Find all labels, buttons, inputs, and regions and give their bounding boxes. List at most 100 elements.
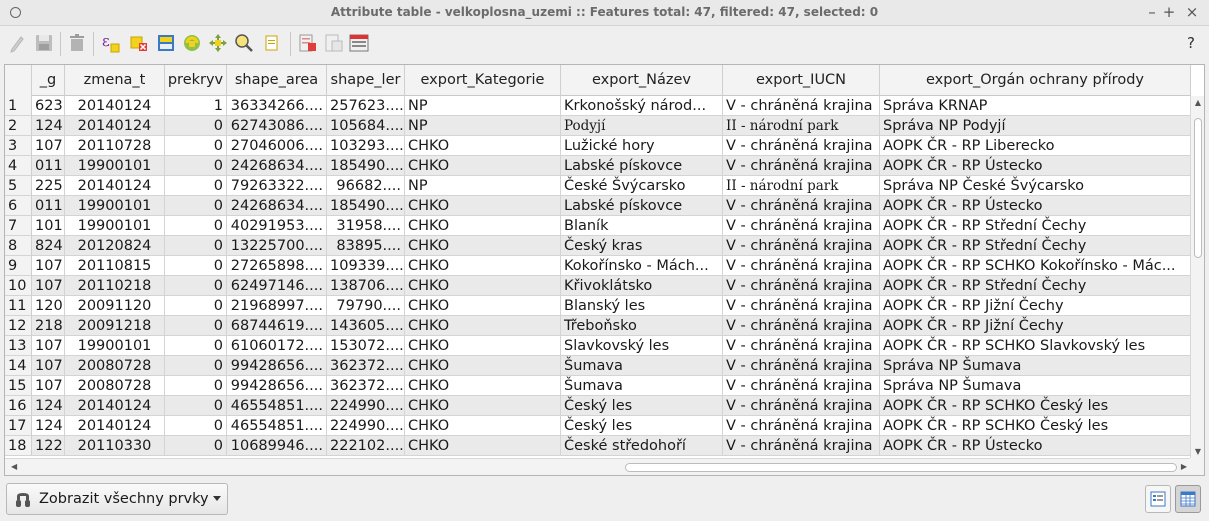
cell-shape-area[interactable]: 27046006.... <box>227 136 327 156</box>
cell-kategorie[interactable]: CHKO <box>405 436 561 456</box>
cell-g[interactable]: 824 <box>32 236 65 256</box>
cell-organ[interactable]: Správa NP Šumava <box>880 376 1191 396</box>
row-number[interactable]: 3 <box>5 136 32 156</box>
row-number[interactable]: 5 <box>5 176 32 196</box>
cell-shape-area[interactable]: 13225700.... <box>227 236 327 256</box>
cell-g[interactable]: 120 <box>32 296 65 316</box>
cell-shape-len[interactable]: 105684.... <box>327 116 405 136</box>
row-number[interactable]: 14 <box>5 356 32 376</box>
cell-organ[interactable]: AOPK ČR - RP Střední Čechy <box>880 236 1191 256</box>
table-row[interactable]: 12 218 20091218 0 68744619.... 143605.... CHKO… <box>5 316 1191 336</box>
cell-iucn[interactable]: V - chráněná krajina <box>723 276 880 296</box>
cell-zmena-t[interactable]: 20080728 <box>65 356 165 376</box>
column-header-g[interactable]: _g <box>32 65 65 96</box>
cell-g[interactable]: 107 <box>32 336 65 356</box>
cell-shape-area[interactable]: 61060172.... <box>227 336 327 356</box>
pan-to-selection-icon[interactable] <box>207 32 229 54</box>
cell-organ[interactable]: Správa NP Podyjí <box>880 116 1191 136</box>
cell-g[interactable]: 225 <box>32 176 65 196</box>
cell-shape-len[interactable]: 362372.... <box>327 356 405 376</box>
cell-prekryv[interactable]: 0 <box>165 256 227 276</box>
column-header-prekryv[interactable]: prekryv <box>165 65 227 96</box>
cell-organ[interactable]: AOPK ČR - RP SCHKO Český les <box>880 396 1191 416</box>
row-number[interactable]: 17 <box>5 416 32 436</box>
zoom-to-selection-icon[interactable] <box>233 32 255 54</box>
feature-filter-button[interactable]: Zobrazit všechny prvky <box>6 483 228 515</box>
cell-zmena-t[interactable]: 19900101 <box>65 216 165 236</box>
cell-shape-len[interactable]: 222102.... <box>327 436 405 456</box>
table-row[interactable]: 8 824 20120824 0 13225700.... 83895.... CHKO Če… <box>5 236 1191 256</box>
table-row[interactable]: 16 124 20140124 0 46554851.... 224990.... CHKO… <box>5 396 1191 416</box>
delete-field-icon[interactable] <box>297 32 319 54</box>
cell-nazev[interactable]: Labské pískovce <box>561 156 723 176</box>
row-number[interactable]: 16 <box>5 396 32 416</box>
cell-zmena-t[interactable]: 19900101 <box>65 196 165 216</box>
column-header-iucn[interactable]: export_IUCN <box>723 65 880 96</box>
cell-kategorie[interactable]: CHKO <box>405 276 561 296</box>
cell-kategorie[interactable]: CHKO <box>405 196 561 216</box>
row-number[interactable]: 12 <box>5 316 32 336</box>
column-header-organ[interactable]: export_Orgán ochrany přírody <box>880 65 1191 96</box>
cell-shape-len[interactable]: 79790.... <box>327 296 405 316</box>
cell-kategorie[interactable]: CHKO <box>405 256 561 276</box>
cell-iucn[interactable]: V - chráněná krajina <box>723 136 880 156</box>
cell-shape-len[interactable]: 103293.... <box>327 136 405 156</box>
cell-nazev[interactable]: Třeboňsko <box>561 316 723 336</box>
cell-prekryv[interactable]: 0 <box>165 416 227 436</box>
cell-shape-len[interactable]: 109339.... <box>327 256 405 276</box>
cell-kategorie[interactable]: CHKO <box>405 396 561 416</box>
table-row[interactable]: 7 101 19900101 0 40291953.... 31958.... CHKO Bl… <box>5 216 1191 236</box>
invert-selection-icon[interactable] <box>181 32 203 54</box>
cell-nazev[interactable]: Labské pískovce <box>561 196 723 216</box>
cell-organ[interactable]: AOPK ČR - RP Střední Čechy <box>880 276 1191 296</box>
cell-shape-area[interactable]: 68744619.... <box>227 316 327 336</box>
row-number[interactable]: 10 <box>5 276 32 296</box>
cell-g[interactable]: 107 <box>32 136 65 156</box>
cell-shape-area[interactable]: 62497146.... <box>227 276 327 296</box>
move-selection-top-icon[interactable] <box>155 32 177 54</box>
row-number[interactable]: 11 <box>5 296 32 316</box>
table-corner[interactable] <box>5 65 32 96</box>
cell-shape-area[interactable]: 36334266.... <box>227 96 327 116</box>
row-number[interactable]: 7 <box>5 216 32 236</box>
cell-iucn[interactable]: V - chráněná krajina <box>723 196 880 216</box>
cell-kategorie[interactable]: CHKO <box>405 316 561 336</box>
cell-shape-area[interactable]: 99428656.... <box>227 356 327 376</box>
cell-kategorie[interactable]: CHKO <box>405 156 561 176</box>
cell-prekryv[interactable]: 0 <box>165 336 227 356</box>
cell-prekryv[interactable]: 0 <box>165 236 227 256</box>
table-row[interactable]: 17 124 20140124 0 46554851.... 224990.... CHKO… <box>5 416 1191 436</box>
row-number[interactable]: 4 <box>5 156 32 176</box>
cell-organ[interactable]: AOPK ČR - RP SCHKO Český les <box>880 416 1191 436</box>
deselect-icon[interactable] <box>128 32 150 54</box>
cell-iucn[interactable]: II - národní park <box>723 116 880 136</box>
cell-nazev[interactable]: České Švýcarsko <box>561 176 723 196</box>
cell-organ[interactable]: AOPK ČR - RP Ústecko <box>880 156 1191 176</box>
cell-prekryv[interactable]: 0 <box>165 376 227 396</box>
cell-organ[interactable]: AOPK ČR - RP Jižní Čechy <box>880 296 1191 316</box>
cell-organ[interactable]: AOPK ČR - RP Liberecko <box>880 136 1191 156</box>
cell-shape-area[interactable]: 46554851.... <box>227 416 327 436</box>
cell-zmena-t[interactable]: 20110728 <box>65 136 165 156</box>
row-number[interactable]: 6 <box>5 196 32 216</box>
cell-zmena-t[interactable]: 20140124 <box>65 176 165 196</box>
copy-icon[interactable] <box>261 32 283 54</box>
cell-organ[interactable]: AOPK ČR - RP SCHKO Kokořínsko - Mác... <box>880 256 1191 276</box>
cell-shape-area[interactable]: 21968997.... <box>227 296 327 316</box>
cell-nazev[interactable]: Šumava <box>561 376 723 396</box>
cell-zmena-t[interactable]: 20140124 <box>65 116 165 136</box>
table-row[interactable]: 13 107 19900101 0 61060172.... 153072.... CHKO… <box>5 336 1191 356</box>
cell-shape-len[interactable]: 362372.... <box>327 376 405 396</box>
cell-kategorie[interactable]: CHKO <box>405 376 561 396</box>
maximize-button[interactable]: + <box>1160 3 1178 21</box>
cell-prekryv[interactable]: 0 <box>165 356 227 376</box>
cell-zmena-t[interactable]: 20140124 <box>65 96 165 116</box>
cell-nazev[interactable]: Český kras <box>561 236 723 256</box>
cell-nazev[interactable]: Slavkovský les <box>561 336 723 356</box>
column-header-shape-area[interactable]: shape_area <box>227 65 327 96</box>
table-row[interactable]: 6 011 19900101 0 24268634.... 185490.... CHKO L… <box>5 196 1191 216</box>
cell-iucn[interactable]: V - chráněná krajina <box>723 376 880 396</box>
cell-shape-area[interactable]: 27265898.... <box>227 256 327 276</box>
pencil-icon[interactable] <box>6 32 28 54</box>
cell-prekryv[interactable]: 0 <box>165 296 227 316</box>
